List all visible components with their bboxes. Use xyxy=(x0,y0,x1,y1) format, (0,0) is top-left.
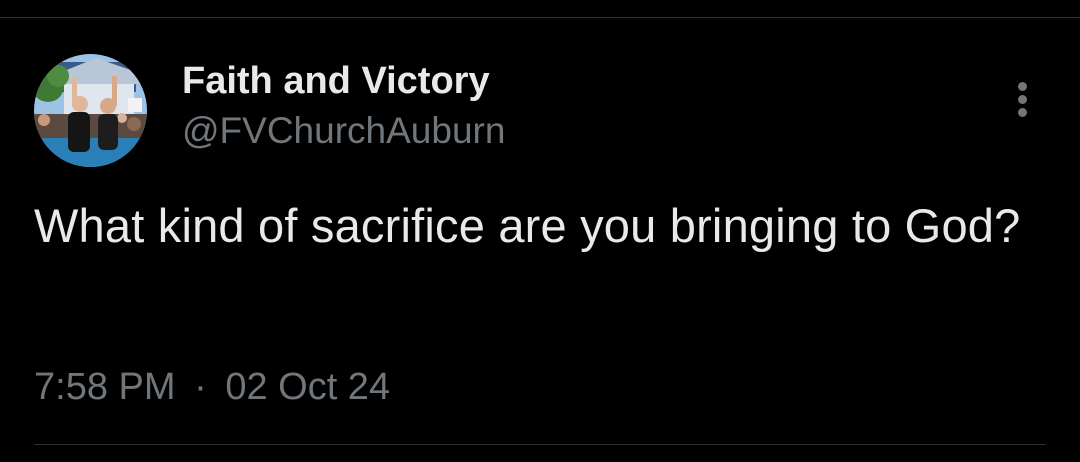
bottom-divider xyxy=(34,444,1046,445)
tweet-date: 02 Oct 24 xyxy=(225,366,391,408)
avatar[interactable] xyxy=(34,54,147,167)
tweet-text: What kind of sacrifice are you bringing … xyxy=(34,199,1021,252)
tweet-card[interactable]: Faith and Victory @FVChurchAuburn What k… xyxy=(0,18,1080,462)
display-name[interactable]: Faith and Victory xyxy=(182,58,505,104)
user-info: Faith and Victory @FVChurchAuburn xyxy=(182,58,505,154)
more-vertical-icon-dot xyxy=(1018,108,1027,117)
meta-separator: · xyxy=(194,366,207,408)
tweet-timestamp[interactable]: 7:58 PM · 02 Oct 24 xyxy=(34,362,390,412)
avatar-image xyxy=(34,54,147,167)
tweet-time: 7:58 PM xyxy=(34,366,176,408)
more-options-button[interactable] xyxy=(1004,74,1044,124)
user-handle[interactable]: @FVChurchAuburn xyxy=(182,108,505,154)
more-vertical-icon-dot xyxy=(1018,95,1027,104)
more-vertical-icon xyxy=(1018,82,1027,91)
